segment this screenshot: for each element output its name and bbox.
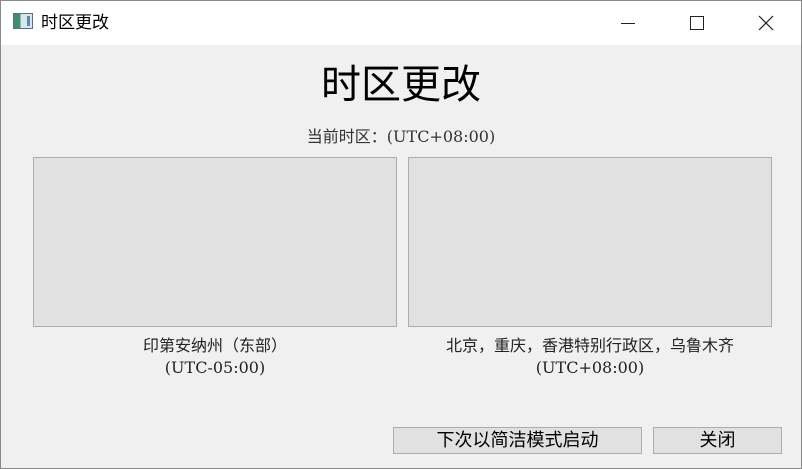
current-timezone-label: 当前时区：(UTC+08:00) (306, 127, 496, 146)
maximize-icon (690, 16, 704, 30)
minimize-button[interactable] (605, 1, 651, 45)
app-window-icon (13, 13, 33, 29)
timezone-offset: (UTC+08:00) (535, 358, 645, 377)
timezone-offset: (UTC-05:00) (164, 358, 266, 377)
timezone-caption-indiana: 印第安纳州（东部） (UTC-05:00) (33, 335, 397, 379)
timezone-name: 北京，重庆，香港特别行政区，乌鲁木齐 (445, 336, 734, 355)
page-title: 时区更改 (321, 62, 481, 108)
window-title: 时区更改 (41, 13, 109, 33)
timezone-window: 时区更改 时区更改 当前时区：(UTC+08:00) 印第安纳州（东部） (UT… (0, 0, 802, 469)
title-bar: 时区更改 (1, 1, 801, 45)
timezone-option-beijing[interactable] (408, 157, 772, 327)
maximize-button[interactable] (674, 1, 720, 45)
simple-mode-button[interactable]: 下次以简洁模式启动 (393, 427, 642, 454)
minimize-icon (621, 22, 635, 24)
close-window-button[interactable] (743, 1, 789, 45)
timezone-name: 印第安纳州（东部） (142, 336, 287, 355)
close-button[interactable]: 关闭 (653, 427, 782, 454)
close-icon (758, 15, 774, 31)
timezone-option-indiana[interactable] (33, 157, 397, 327)
timezone-caption-beijing: 北京，重庆，香港特别行政区，乌鲁木齐 (UTC+08:00) (408, 335, 772, 379)
